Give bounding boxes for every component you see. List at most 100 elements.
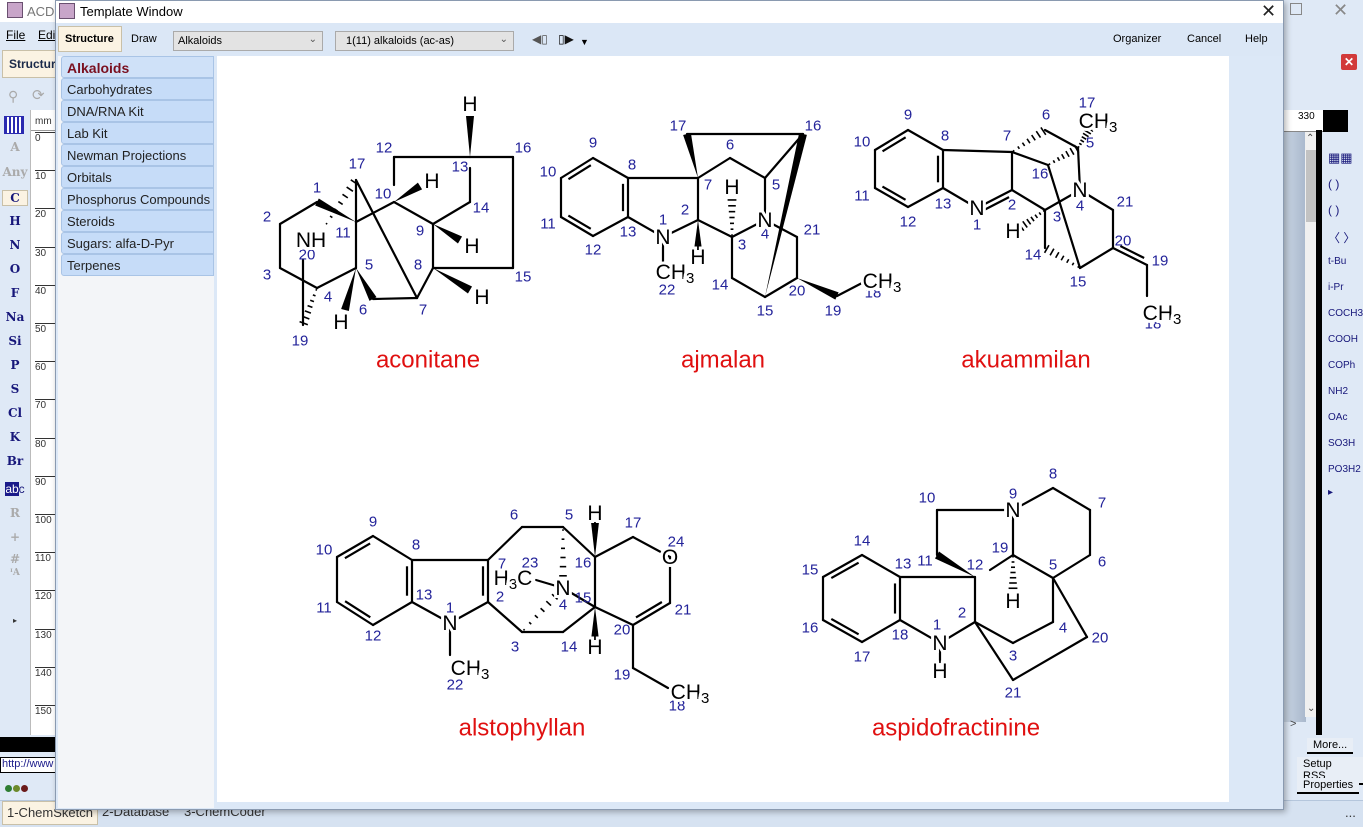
atom-locant: 6	[1042, 107, 1050, 124]
atom-locant: 15	[1070, 274, 1087, 291]
hash-bond	[1048, 163, 1051, 166]
bond-line	[371, 296, 419, 301]
atom-locant: 20	[614, 622, 631, 639]
wedge-bond	[394, 182, 423, 202]
atom-locant: 1	[313, 180, 321, 197]
atom-locant: 12	[900, 214, 917, 231]
bond-line	[591, 156, 630, 180]
atom-label-ch3: CH3	[656, 261, 695, 287]
atom-locant: 12	[585, 242, 602, 259]
atom-label-ch3: CH3	[1143, 302, 1182, 328]
atom-locant: 21	[675, 602, 692, 619]
bond-line	[631, 601, 672, 627]
wedge-bond	[433, 268, 473, 294]
hash-bond	[1077, 145, 1080, 149]
hash-bond	[329, 215, 333, 219]
bond-line	[730, 276, 767, 299]
atom-locant: 8	[1049, 466, 1057, 483]
atom-locant: 9	[416, 223, 424, 240]
atom-locant: 21	[1117, 194, 1134, 211]
hash-bond	[522, 628, 526, 631]
atom-locant: 19	[992, 540, 1009, 557]
atom-locant: 5	[1086, 135, 1094, 152]
bond-line	[1011, 553, 1055, 580]
hash-bond	[1071, 262, 1075, 266]
hash-bond	[307, 304, 313, 309]
structure-ajmalan[interactable]: 910111213812765431415202117 16221918NNHHC…	[540, 118, 905, 374]
atom-locant: 11	[917, 553, 933, 570]
atom-locant: 19	[825, 303, 842, 320]
atom-locant: 16	[575, 555, 592, 572]
atom-locant: 4	[324, 289, 332, 306]
atom-locant: 7	[1098, 495, 1106, 512]
atom-locant: 7	[704, 177, 712, 194]
atom-locant: 17	[349, 156, 366, 173]
hash-bond	[309, 299, 315, 303]
hash-bond	[1042, 209, 1045, 213]
hash-bond	[1066, 258, 1070, 264]
structure-name: ajmalan	[681, 347, 765, 374]
hash-bond	[1038, 211, 1042, 216]
wedge-bond	[433, 224, 463, 244]
structure-aconitane[interactable]: 123456 78910111213141516171920HHHHHNHacon…	[263, 90, 532, 374]
atom-locant: 5	[365, 257, 373, 274]
bond-line	[371, 534, 414, 562]
atom-locant: 5	[1049, 557, 1057, 574]
wedge-bond	[683, 133, 698, 178]
atom-label-n: N	[969, 197, 984, 220]
bond-line	[973, 620, 1015, 682]
atom-locant: 3	[511, 639, 519, 656]
atom-locant: 16	[1032, 166, 1049, 183]
structure-name: aspidofractinine	[872, 715, 1040, 742]
atom-locant: 14	[854, 533, 871, 550]
atom-locant: 12	[365, 628, 382, 645]
atom-locant: 7	[419, 302, 427, 319]
structure-name: alstophyllan	[459, 715, 586, 742]
atom-label-n: N	[1005, 499, 1020, 522]
atom-locant: 15	[575, 590, 592, 607]
atom-locant: 3	[738, 237, 746, 254]
atom-locant: 13	[416, 587, 433, 604]
structure-akuammilan[interactable]: 910111213812765164314152021191817NNHCH3C…	[854, 95, 1185, 374]
atom-locant: 20	[789, 283, 806, 300]
hash-bond	[1065, 150, 1070, 158]
hash-bond	[545, 600, 552, 607]
bond-line	[486, 600, 524, 634]
atom-locant: 13	[895, 556, 912, 573]
atom-locant: 8	[414, 257, 422, 274]
bond-line	[278, 200, 319, 226]
atom-locant: 15	[757, 303, 774, 320]
atom-label-h: H	[474, 286, 489, 309]
atom-locant: 11	[854, 188, 870, 205]
atom-locant: 16	[515, 140, 532, 157]
structure-alstophyllan[interactable]: 91011121381276 523 161543 1417242120191822N…	[316, 499, 713, 742]
atom-label-h: H	[587, 502, 602, 525]
structure-drawings: 123456 78910111213141516171920HHHHHNHacon…	[263, 90, 1185, 742]
structure-name: aconitane	[376, 347, 480, 374]
atom-locant: 10	[919, 490, 936, 507]
atom-label-h: H	[932, 660, 947, 683]
atom-locant: 22	[659, 282, 676, 299]
bond-line	[593, 535, 635, 559]
atom-locant: 18	[892, 627, 909, 644]
hash-bond	[534, 614, 539, 619]
atom-locant: 11	[335, 225, 351, 242]
atom-locant: 6	[1098, 554, 1106, 571]
atom-locant: 6	[359, 302, 367, 319]
hash-bond	[1031, 134, 1036, 141]
bond-line	[1078, 246, 1115, 270]
hash-bond	[312, 294, 316, 297]
hash-bond	[1054, 251, 1060, 259]
bond-line	[371, 600, 414, 627]
bond-line	[1043, 128, 1080, 150]
structure-aspidofractinine[interactable]: 14151617181312121110 9876519432021NNHHasp…	[802, 466, 1109, 742]
atom-locant: 5	[772, 177, 780, 194]
atom-label-h: H	[1005, 590, 1020, 613]
atom-locant: 15	[802, 562, 819, 579]
atom-locant: 11	[316, 600, 332, 617]
atom-locant: 2	[958, 605, 966, 622]
atom-label-n: N	[932, 632, 947, 655]
atom-locant: 3	[1009, 648, 1017, 665]
atom-locant: 7	[1003, 128, 1011, 145]
atom-locant: 11	[540, 216, 556, 233]
